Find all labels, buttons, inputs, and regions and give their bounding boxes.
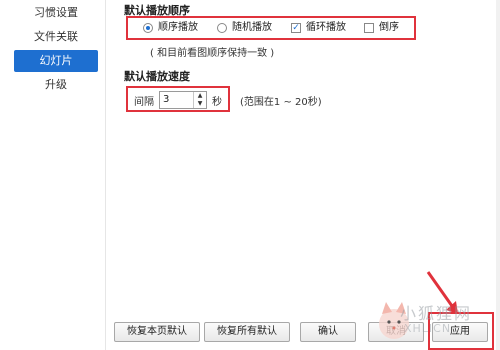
order-option-reverse[interactable]: 倒序 [364, 20, 399, 36]
order-option-random-label: 随机播放 [232, 22, 272, 33]
order-option-sequential-label: 顺序播放 [158, 22, 198, 33]
sidebar-item-file-association[interactable]: 文件关联 [14, 26, 98, 48]
order-option-loop[interactable]: ✓ 循环播放 [291, 20, 346, 36]
interval-stepper[interactable]: 3 ▲ ▼ [159, 91, 207, 109]
interval-label: 间隔 [134, 97, 154, 108]
stepper-up-icon[interactable]: ▲ [194, 92, 206, 100]
play-order-note: ( 和目前看图顺序保持一致 ) [150, 48, 275, 59]
interval-range-note: (范围在1 ~ 20秒) [240, 97, 322, 108]
order-option-loop-label: 循环播放 [306, 22, 346, 33]
checkbox-loop[interactable]: ✓ [291, 23, 301, 33]
scrollbar[interactable] [496, 0, 500, 350]
interval-value[interactable]: 3 [160, 92, 193, 108]
watermark-subtext: XHLICN [404, 322, 452, 335]
order-option-random[interactable]: 随机播放 [217, 20, 272, 36]
radio-sequential[interactable] [143, 23, 153, 33]
stepper-down-icon[interactable]: ▼ [194, 100, 206, 108]
checkbox-reverse[interactable] [364, 23, 374, 33]
sidebar-item-slideshow[interactable]: 幻灯片 [14, 50, 98, 72]
order-option-reverse-label: 倒序 [379, 22, 399, 33]
sidebar-item-upgrade[interactable]: 升级 [14, 74, 98, 96]
interval-unit: 秒 [212, 97, 222, 108]
order-option-sequential[interactable]: 顺序播放 [143, 20, 198, 36]
watermark-text: 小狐狸网 [400, 304, 473, 323]
sidebar-item-habits[interactable]: 习惯设置 [14, 2, 98, 24]
radio-random[interactable] [217, 23, 227, 33]
restore-page-defaults-button[interactable]: 恢复本页默认 [114, 322, 200, 342]
ok-button[interactable]: 确认 [300, 322, 356, 342]
restore-all-defaults-button[interactable]: 恢复所有默认 [204, 322, 290, 342]
settings-sidebar: 习惯设置 文件关联 幻灯片 升级 [0, 0, 106, 350]
play-speed-title: 默认播放速度 [124, 70, 190, 83]
